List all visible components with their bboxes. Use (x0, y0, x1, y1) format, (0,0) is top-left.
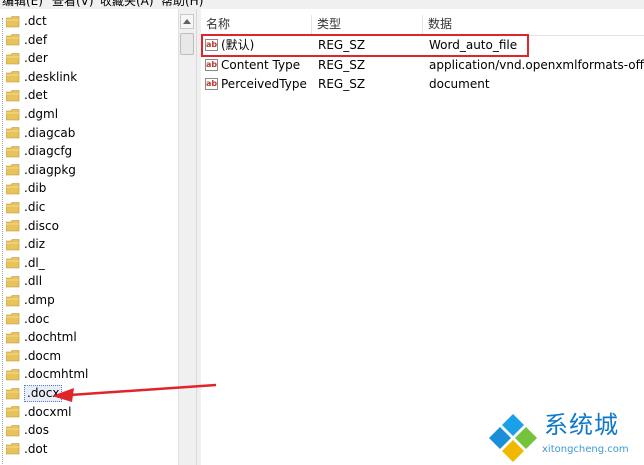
folder-icon (6, 52, 20, 65)
folder-icon (6, 71, 20, 83)
watermark-logo: 系统城 xitongcheng.com (488, 410, 640, 462)
tree-item-label: .dct (24, 14, 47, 28)
tree-item-label: .der (24, 51, 48, 66)
scroll-thumb[interactable] (180, 33, 194, 55)
tree-item[interactable]: .doc (0, 311, 100, 328)
column-header-type[interactable]: 类型 (312, 15, 423, 35)
menu-view[interactable]: 查看(V) (52, 0, 94, 9)
folder-icon (6, 294, 20, 307)
value-row[interactable]: ab Content Type REG_SZ application/vnd.open… (201, 56, 644, 75)
tree-item-label: .dib (24, 181, 47, 196)
folder-icon (6, 108, 20, 121)
tree-item[interactable]: .def (0, 32, 100, 49)
column-header-name[interactable]: 名称 (201, 15, 312, 35)
tree-item[interactable]: .diagpkg (0, 162, 100, 179)
watermark-url: xitongcheng.com (542, 444, 629, 455)
tree-item[interactable]: .dmp (0, 292, 100, 309)
folder-icon (6, 238, 20, 251)
value-data: Word_auto_file (429, 38, 518, 52)
tree-item-label: .docm (24, 348, 62, 363)
tree-item[interactable]: .dgml (0, 106, 100, 123)
value-name: PerceivedType (221, 77, 307, 91)
folder-icon (6, 424, 20, 437)
string-value-icon: ab (205, 78, 218, 90)
folder-icon (6, 90, 20, 102)
tree-item-label: .diagpkg (24, 162, 76, 177)
values-list-pane: 名称 类型 数据 ab (默认) REG_SZ Word_auto_file ab Con… (201, 9, 644, 465)
tree-item-label: .diagcfg (24, 144, 73, 159)
folder-icon (6, 34, 20, 46)
folder-icon (6, 313, 20, 325)
tree-item[interactable]: .der (0, 50, 100, 67)
tree-item[interactable]: .docm (0, 348, 100, 365)
folder-icon (6, 183, 20, 195)
folder-icon (6, 164, 20, 176)
tree-item-label: .diz (24, 237, 46, 252)
tree-item[interactable]: .desklink (0, 69, 100, 86)
tree-item[interactable]: .diagcab (0, 125, 100, 142)
folder-icon (6, 443, 20, 455)
tree-item[interactable]: .det (0, 87, 100, 104)
tree-item[interactable]: .dib (0, 180, 100, 197)
folder-icon (6, 145, 20, 158)
tree-item[interactable]: .diz (0, 236, 100, 253)
tree-item-label: .doc (24, 311, 50, 326)
menu-help[interactable]: 帮助(H) (161, 0, 203, 9)
folder-icon (6, 276, 20, 288)
tree-item-label: .dl_ (24, 255, 45, 270)
folder-icon (6, 350, 20, 362)
folder-icon (6, 406, 20, 418)
watermark-title: 系统城 (544, 411, 619, 439)
value-type: REG_SZ (318, 38, 366, 52)
tree-item-label: .diagcab (24, 125, 76, 140)
tree-item[interactable]: .dot (0, 441, 100, 458)
tree-item-label: .desklink (24, 69, 78, 84)
value-type: REG_SZ (318, 57, 366, 72)
folder-icon (6, 257, 20, 269)
folder-icon (6, 15, 20, 28)
string-value-icon: ab (205, 58, 218, 71)
string-value-icon: ab (205, 39, 218, 51)
menu-favorites[interactable]: 收藏夹(A) (100, 0, 154, 9)
tree-item-label: .dic (24, 200, 46, 214)
tree-item-label: .dos (24, 423, 50, 438)
scroll-up-button[interactable] (180, 14, 194, 29)
folder-icon (6, 127, 20, 139)
tree-item-label: .det (24, 88, 48, 103)
value-name: (默认) (221, 38, 255, 52)
folder-icon (6, 220, 20, 232)
tree-item-label: .dochtml (24, 330, 77, 345)
windows-logo-icon (489, 414, 537, 462)
tree-item[interactable]: .dll (0, 273, 100, 290)
folder-icon (6, 331, 20, 344)
tree-item[interactable]: .dct (0, 13, 100, 30)
folder-icon (6, 369, 20, 381)
annotation-arrow-icon (52, 383, 217, 402)
list-header: 名称 类型 数据 (201, 15, 644, 36)
tree-item[interactable]: .disco (0, 218, 100, 235)
value-row[interactable]: ab (默认) REG_SZ Word_auto_file (201, 36, 644, 55)
tree-item[interactable]: .dl_ (0, 255, 100, 272)
tree-item[interactable]: .diagcfg (0, 143, 100, 160)
value-data: document (429, 77, 490, 91)
tree-item[interactable]: .dic (0, 199, 100, 216)
value-row[interactable]: ab PerceivedType REG_SZ document (201, 75, 644, 94)
folder-icon (6, 201, 20, 214)
value-type: REG_SZ (318, 77, 366, 91)
folder-icon (6, 387, 20, 400)
tree-item-label: .disco (24, 218, 59, 233)
value-name: Content Type (221, 57, 301, 72)
value-data: application/vnd.openxmlformats-officed (429, 57, 644, 72)
column-header-data[interactable]: 数据 (423, 15, 644, 35)
tree-item-label: .dmp (24, 293, 55, 307)
menu-edit[interactable]: 编辑(E) (2, 0, 43, 9)
tree-item[interactable]: .dos (0, 422, 100, 439)
tree-item[interactable]: .dochtml (0, 329, 100, 346)
tree-item-label: .def (24, 32, 48, 47)
tree-item-label: .dot (24, 441, 48, 456)
tree-item-label: .dgml (24, 107, 59, 121)
tree-item-label: .dll (24, 274, 43, 289)
chevron-up-icon (183, 19, 191, 24)
